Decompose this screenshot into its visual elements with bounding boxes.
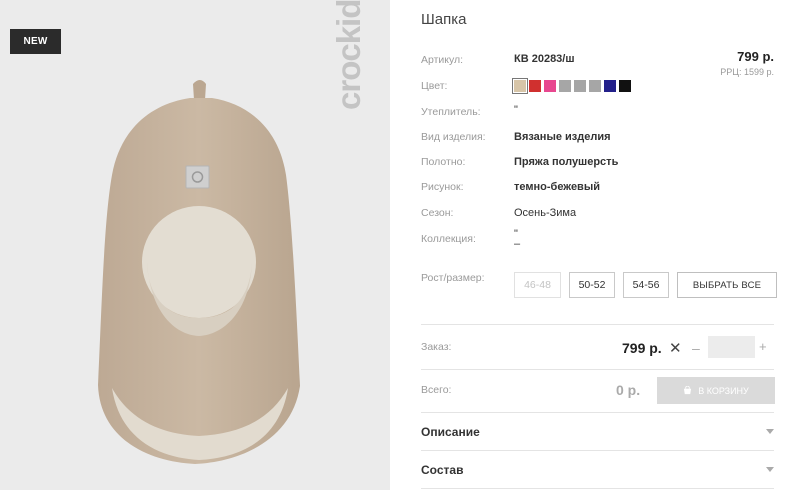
total-price: 0 р. [616, 382, 641, 398]
insulation-value: " [514, 104, 518, 116]
quantity-input[interactable] [708, 336, 755, 358]
product-title: Шапка [421, 11, 467, 28]
color-swatch-gray[interactable] [589, 80, 601, 92]
divider [421, 488, 774, 489]
insulation-label: Утеплитель: [421, 106, 481, 118]
increment-button[interactable]: + [759, 339, 767, 354]
cart-button-label: В КОРЗИНУ [698, 385, 749, 396]
divider [421, 324, 774, 325]
cart-icon [684, 386, 692, 395]
fabric-value: Пряжа полушерсть [514, 156, 619, 168]
select-all-sizes-button[interactable]: ВЫБРАТЬ ВСЕ [677, 272, 777, 298]
size-button-50-52[interactable]: 50-52 [569, 272, 615, 298]
item-type-label: Вид изделия: [421, 131, 486, 143]
pattern-label: Рисунок: [421, 181, 464, 193]
recommended-price: РРЦ: 1599 р. [720, 67, 774, 77]
size-label: Рост/размер: [421, 272, 485, 284]
color-swatch-gray[interactable] [559, 80, 571, 92]
color-swatch-pink[interactable] [544, 80, 556, 92]
accordion-composition[interactable]: Состав [421, 463, 463, 477]
divider [421, 412, 774, 413]
new-badge: NEW [10, 29, 61, 54]
color-swatch-beige[interactable] [512, 78, 528, 94]
fabric-label: Полотно: [421, 156, 466, 168]
color-swatch-navy[interactable] [604, 80, 616, 92]
order-price: 799 р. [622, 340, 662, 356]
item-type-value: Вязаные изделия [514, 131, 611, 143]
color-swatch-red[interactable] [529, 80, 541, 92]
pattern-value: темно-бежевый [514, 181, 600, 193]
collection-label: Коллекция: [421, 233, 476, 245]
season-label: Сезон: [421, 207, 454, 219]
size-button-46-48[interactable]: 46-48 [514, 272, 561, 298]
article-label: Артикул: [421, 54, 464, 66]
article-value: КВ 20283/ш [514, 53, 575, 65]
chevron-down-icon[interactable] [766, 429, 774, 434]
accordion-description[interactable]: Описание [421, 425, 480, 439]
brand-watermark: crockid [330, 0, 367, 110]
product-image[interactable]: NEW crockid [0, 0, 390, 490]
chevron-down-icon[interactable] [766, 467, 774, 472]
size-options: 46-48 50-52 54-56 ВЫБРАТЬ ВСЕ [514, 272, 777, 298]
color-swatches [512, 78, 631, 94]
order-label: Заказ: [421, 341, 452, 353]
product-price: 799 р. [737, 49, 774, 64]
collection-value: " – [514, 229, 521, 250]
collection-underscore: – [514, 238, 521, 250]
color-label: Цвет: [421, 80, 448, 92]
color-swatch-black[interactable] [619, 80, 631, 92]
divider [421, 450, 774, 451]
season-value: Осень-Зима [514, 207, 577, 219]
size-button-54-56[interactable]: 54-56 [623, 272, 669, 298]
total-label: Всего: [421, 384, 452, 396]
multiply-icon: ✕ [669, 340, 682, 357]
divider [421, 369, 774, 370]
decrement-button[interactable]: – [692, 340, 700, 356]
color-swatch-gray[interactable] [574, 80, 586, 92]
add-to-cart-button[interactable]: В КОРЗИНУ [657, 377, 775, 404]
